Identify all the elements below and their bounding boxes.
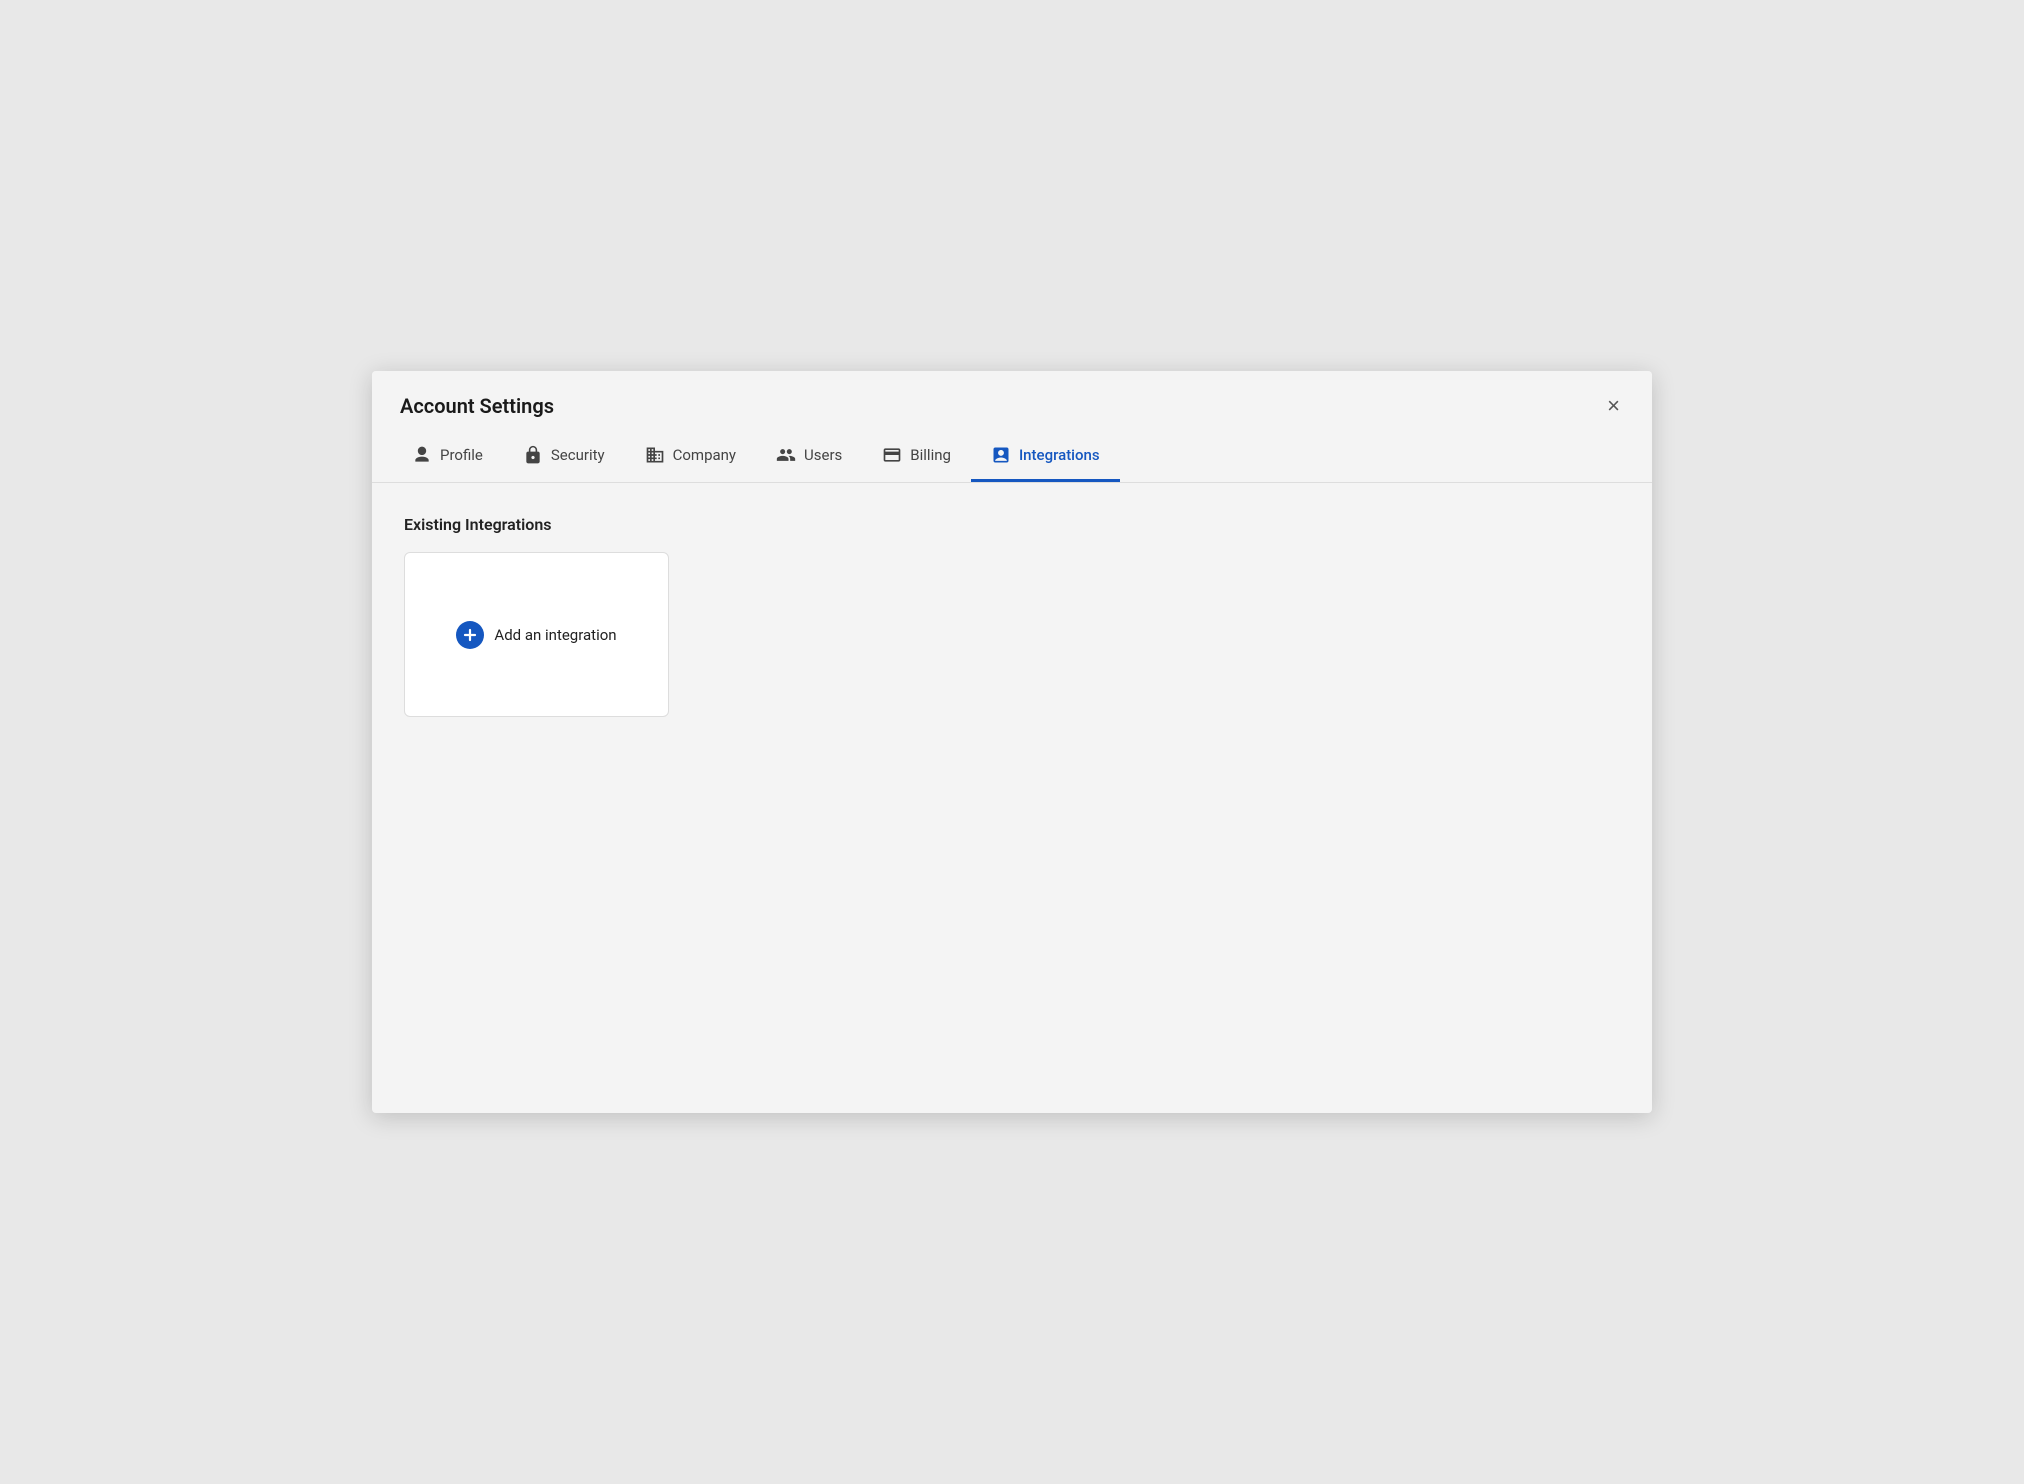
tab-billing-label: Billing (910, 446, 951, 464)
tab-billing[interactable]: Billing (862, 433, 971, 482)
modal-header: Account Settings × (372, 371, 1652, 433)
close-button[interactable]: × (1603, 391, 1624, 421)
tab-bar: Profile Security Company (372, 433, 1652, 483)
content-area: Existing Integrations Add an integration (372, 483, 1652, 1113)
profile-icon (412, 445, 432, 465)
account-settings-modal: Account Settings × Profile Security (372, 371, 1652, 1113)
tab-security[interactable]: Security (503, 433, 625, 482)
tab-users[interactable]: Users (756, 433, 862, 482)
tab-integrations-label: Integrations (1019, 446, 1100, 464)
billing-icon (882, 445, 902, 465)
section-title: Existing Integrations (404, 515, 1620, 534)
users-icon (776, 445, 796, 465)
tab-profile[interactable]: Profile (392, 433, 503, 482)
tab-integrations[interactable]: Integrations (971, 433, 1120, 482)
tab-security-label: Security (551, 446, 605, 464)
company-icon (645, 445, 665, 465)
tab-users-label: Users (804, 446, 842, 464)
add-integration-label: Add an integration (494, 626, 616, 644)
modal-title: Account Settings (400, 394, 554, 418)
add-integration-inner: Add an integration (456, 621, 616, 649)
add-integration-card[interactable]: Add an integration (404, 552, 669, 717)
tab-profile-label: Profile (440, 446, 483, 464)
tab-company[interactable]: Company (625, 433, 756, 482)
tab-company-label: Company (673, 446, 736, 464)
security-icon (523, 445, 543, 465)
integrations-icon (991, 445, 1011, 465)
plus-circle-icon (456, 621, 484, 649)
